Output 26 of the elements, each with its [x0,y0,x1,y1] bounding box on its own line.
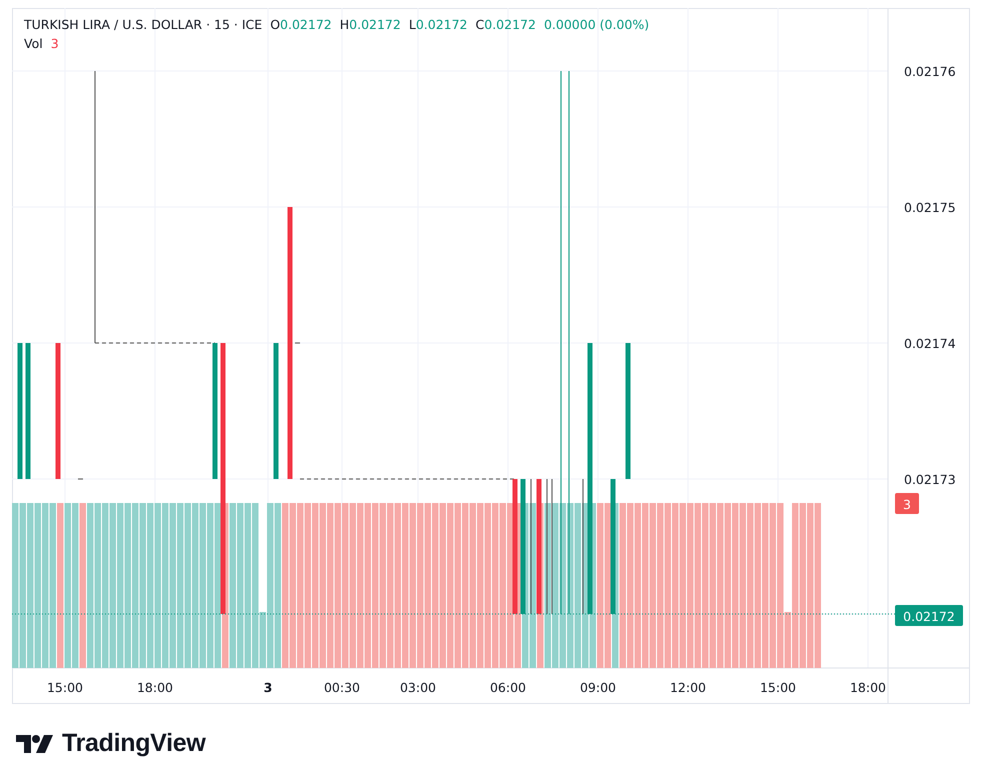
price-change: 0.00000 (0.00%) [544,17,650,32]
ohlc-value: C0.02172 [476,17,536,32]
time-tick-label: 03:00 [400,680,436,695]
time-tick-label: 09:00 [580,680,616,695]
ohlc-value: L0.02172 [408,17,468,32]
ohlc-value: H0.02172 [340,17,401,32]
brand-name: TradingView [62,729,206,758]
volume-value: 3 [50,36,59,51]
ohlc-value: O0.02172 [270,17,332,32]
symbol-title: TURKISH LIRA / U.S. DOLLAR · 15 · ICE [24,17,262,32]
last-price-badge: 0.02172 [895,605,963,626]
logo-icon [16,734,54,754]
price-tick-label: 0.02173 [904,472,956,487]
time-tick-label: 15:00 [760,680,796,695]
volume-badge: 3 [895,493,919,514]
time-tick-label: 00:30 [324,680,360,695]
time-tick-label: 18:00 [850,680,886,695]
time-tick-label: 15:00 [46,680,84,695]
price-tick-label: 0.02176 [904,64,956,79]
time-tick-label: 3 [264,680,272,695]
volume-label: Vol [24,36,43,51]
price-tick-label: 0.02175 [904,200,956,215]
time-tick-label: 06:00 [490,680,526,695]
time-tick-label: 18:00 [136,680,174,695]
time-tick-label: 12:00 [670,680,706,695]
price-tick-label: 0.02174 [904,336,956,351]
